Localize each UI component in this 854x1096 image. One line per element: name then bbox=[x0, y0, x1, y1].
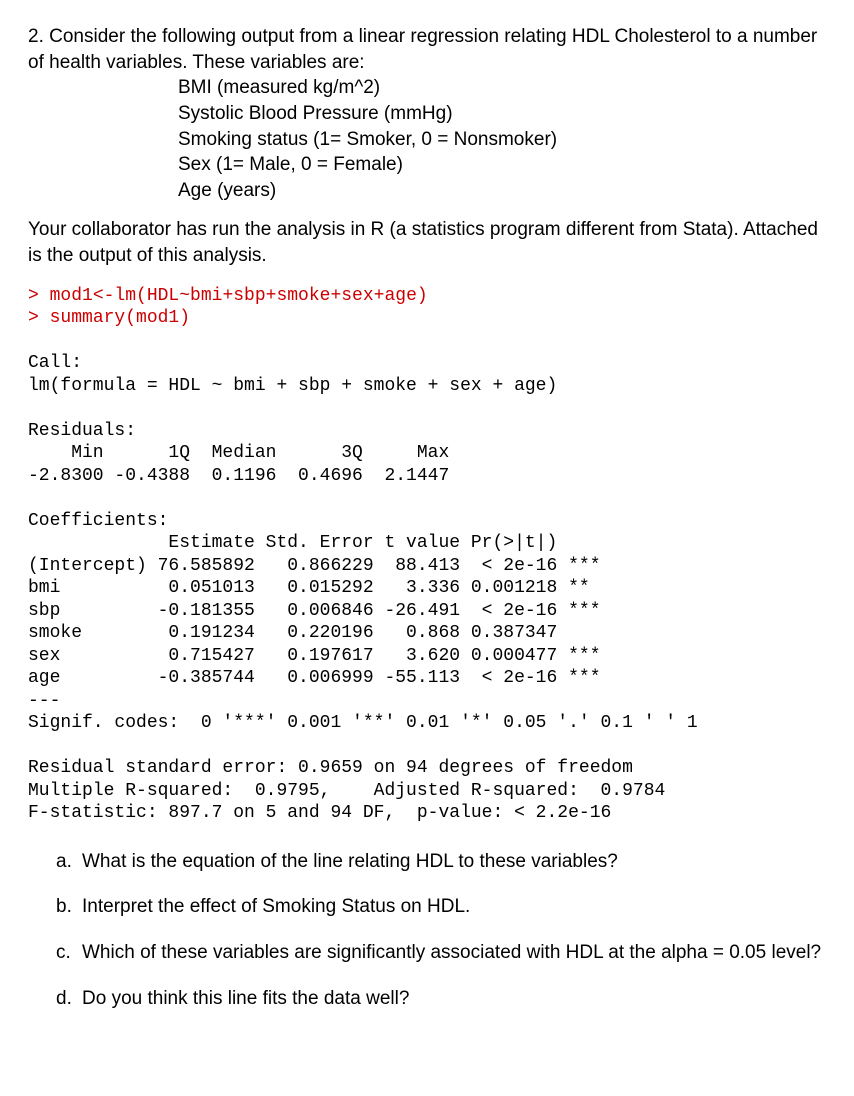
text-c: Which of these variables are significant… bbox=[82, 940, 826, 966]
question-intro: 2. Consider the following output from a … bbox=[28, 24, 826, 269]
residual-std-error: Residual standard error: 0.9659 on 94 de… bbox=[28, 758, 633, 778]
sub-questions: a. What is the equation of the line rela… bbox=[28, 849, 826, 1012]
call-line: lm(formula = HDL ~ bmi + sbp + smoke + s… bbox=[28, 376, 557, 396]
dashes: --- bbox=[28, 691, 60, 711]
residuals-header: Residuals: bbox=[28, 421, 136, 441]
coef-row-smoke: smoke 0.191234 0.220196 0.868 0.387347 bbox=[28, 623, 601, 643]
r-squared: Multiple R-squared: 0.9795, Adjusted R-s… bbox=[28, 781, 676, 801]
text-b: Interpret the effect of Smoking Status o… bbox=[82, 894, 826, 920]
var-bmi: BMI (measured kg/m^2) bbox=[178, 75, 826, 101]
coef-row-age: age -0.385744 0.006999 -55.113 < 2e-16 *… bbox=[28, 668, 601, 688]
coef-row-intercept: (Intercept) 76.585892 0.866229 88.413 < … bbox=[28, 556, 601, 576]
signif-codes: Signif. codes: 0 '***' 0.001 '**' 0.01 '… bbox=[28, 713, 698, 733]
letter-d: d. bbox=[56, 986, 82, 1012]
letter-b: b. bbox=[56, 894, 82, 920]
question-a: a. What is the equation of the line rela… bbox=[56, 849, 826, 875]
prompt-2: > bbox=[28, 308, 50, 328]
coefficients-header: Coefficients: bbox=[28, 511, 168, 531]
var-sbp: Systolic Blood Pressure (mmHg) bbox=[178, 101, 826, 127]
var-smoke: Smoking status (1= Smoker, 0 = Nonsmoker… bbox=[178, 127, 826, 153]
var-age: Age (years) bbox=[178, 178, 826, 204]
var-sex: Sex (1= Male, 0 = Female) bbox=[178, 152, 826, 178]
letter-c: c. bbox=[56, 940, 82, 966]
question-c: c. Which of these variables are signific… bbox=[56, 940, 826, 966]
cmd-summary: summary(mod1) bbox=[50, 308, 190, 328]
f-statistic: F-statistic: 897.7 on 5 and 94 DF, p-val… bbox=[28, 803, 611, 823]
prompt-1: > bbox=[28, 286, 50, 306]
text-d: Do you think this line fits the data wel… bbox=[82, 986, 826, 1012]
letter-a: a. bbox=[56, 849, 82, 875]
residuals-values: -2.8300 -0.4388 0.1196 0.4696 2.1447 bbox=[28, 466, 460, 486]
coef-row-sbp: sbp -0.181355 0.006846 -26.491 < 2e-16 *… bbox=[28, 601, 601, 621]
variable-list: BMI (measured kg/m^2) Systolic Blood Pre… bbox=[28, 75, 826, 203]
r-code-block: > mod1<-lm(HDL~bmi+sbp+smoke+sex+age) > … bbox=[28, 285, 826, 825]
lead-text: 2. Consider the following output from a … bbox=[28, 24, 826, 75]
question-b: b. Interpret the effect of Smoking Statu… bbox=[56, 894, 826, 920]
text-a: What is the equation of the line relatin… bbox=[82, 849, 826, 875]
residuals-columns: Min 1Q Median 3Q Max bbox=[28, 443, 460, 463]
collaborator-note: Your collaborator has run the analysis i… bbox=[28, 217, 826, 268]
question-d: d. Do you think this line fits the data … bbox=[56, 986, 826, 1012]
cmd-mod1: mod1<-lm(HDL~bmi+sbp+smoke+sex+age) bbox=[50, 286, 428, 306]
coefficients-columns: Estimate Std. Error t value Pr(>|t|) bbox=[28, 533, 601, 553]
coef-row-sex: sex 0.715427 0.197617 3.620 0.000477 *** bbox=[28, 646, 601, 666]
call-header: Call: bbox=[28, 353, 82, 373]
coef-row-bmi: bmi 0.051013 0.015292 3.336 0.001218 ** bbox=[28, 578, 601, 598]
